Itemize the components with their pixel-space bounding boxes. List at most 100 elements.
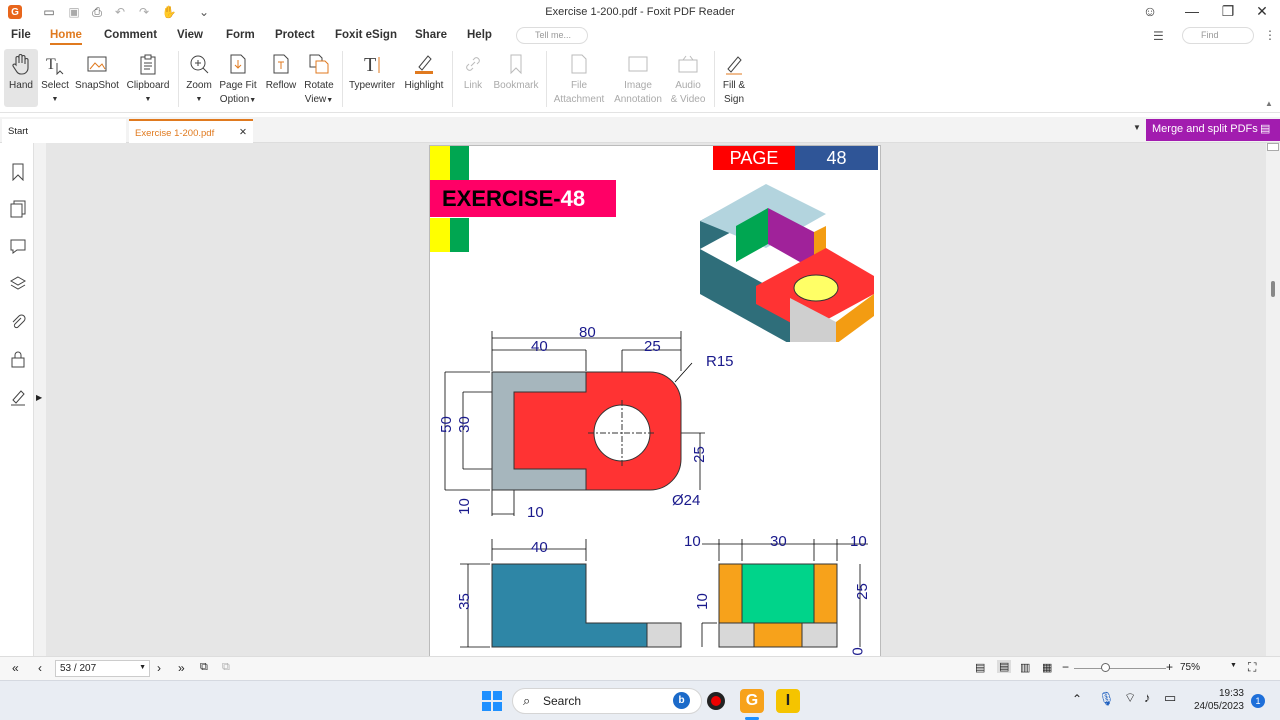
find-placeholder: Find xyxy=(1201,30,1219,40)
continuous-page-icon[interactable]: ▤ xyxy=(997,660,1012,673)
highlight-button[interactable]: Highlight xyxy=(401,49,447,93)
minimize-button[interactable]: — xyxy=(1182,3,1202,19)
ribbon-divider xyxy=(178,51,179,107)
merge-split-pdfs-button[interactable]: Merge and split PDFs ▤ xyxy=(1146,119,1280,141)
select-dropdown-icon[interactable]: ▼ xyxy=(40,93,70,107)
scroll-up-button[interactable] xyxy=(1267,143,1279,151)
zoom-button[interactable]: Zoom ▼ xyxy=(183,49,215,107)
maximize-button[interactable]: ❐ xyxy=(1218,3,1238,20)
attachments-panel-icon[interactable] xyxy=(9,313,27,331)
rotate-view-button[interactable]: Rotate View▼ xyxy=(300,49,338,108)
menu-form[interactable]: Form xyxy=(226,29,255,41)
clock[interactable]: 19:33 24/05/2023 xyxy=(1190,687,1244,713)
document-view[interactable]: EXERCISE-48 PAGE 48 80 40 25 R15 50 30 2… xyxy=(46,143,1266,656)
next-page-icon[interactable]: › xyxy=(157,661,161,675)
menu-share[interactable]: Share xyxy=(415,29,447,41)
layers-panel-icon[interactable] xyxy=(9,275,27,293)
snapshot-button[interactable]: SnapShot xyxy=(74,49,120,93)
menu-help[interactable]: Help xyxy=(467,29,492,41)
zoom-level[interactable]: 75% xyxy=(1180,662,1200,673)
pro-app-icon[interactable]: I xyxy=(776,689,800,713)
fill-sign-button[interactable]: Fill & Sign xyxy=(718,49,750,107)
find-input[interactable]: Find xyxy=(1182,27,1254,44)
rotate-dropdown-icon[interactable]: ▼ xyxy=(326,97,333,104)
page-fit-label: Page Fit xyxy=(219,80,257,91)
vertical-scrollbar[interactable] xyxy=(1266,143,1280,656)
zoom-in-icon[interactable]: + xyxy=(1166,660,1173,674)
fullscreen-icon[interactable]: ⛶ xyxy=(1248,660,1256,675)
side-dim-25: 25 xyxy=(853,583,871,600)
zoom-slider-thumb[interactable] xyxy=(1101,663,1110,672)
zoom-slider[interactable] xyxy=(1074,668,1166,669)
side-view-orange-left xyxy=(718,563,743,624)
typewriter-button[interactable]: T Typewriter xyxy=(346,49,398,93)
continuous-facing-icon[interactable]: ▦ xyxy=(1042,661,1052,674)
menu-protect[interactable]: Protect xyxy=(275,29,315,41)
audio-video-button[interactable]: Audio & Video xyxy=(666,49,710,107)
side-dim-10-left: 10 xyxy=(684,533,701,550)
bing-icon[interactable]: b xyxy=(673,692,690,709)
single-page-icon[interactable]: ▤ xyxy=(975,661,985,674)
menu-home[interactable]: Home xyxy=(50,29,82,45)
zoom-out-icon[interactable]: − xyxy=(1062,660,1069,674)
panel-splitter[interactable]: ▶ xyxy=(34,143,46,656)
select-tool-button[interactable]: T Select ▼ xyxy=(40,49,70,107)
tab-exercise[interactable]: Exercise 1-200.pdf ✕ xyxy=(129,119,253,143)
page-dropdown-icon[interactable]: ▼ xyxy=(139,664,146,671)
pages-panel-icon[interactable] xyxy=(9,200,27,218)
previous-page-icon[interactable]: ‹ xyxy=(38,661,42,675)
bookmark-panel-icon[interactable] xyxy=(9,163,27,181)
menu-comment[interactable]: Comment xyxy=(104,29,157,41)
collapse-ribbon-icon[interactable]: ▲ xyxy=(1265,99,1273,108)
facing-page-icon[interactable]: ▥ xyxy=(1020,661,1030,674)
link-button[interactable]: Link xyxy=(458,49,488,93)
volume-icon[interactable]: ♪ xyxy=(1144,690,1151,705)
menu-file[interactable]: File xyxy=(11,29,31,41)
clipboard-dropdown-icon[interactable]: ▼ xyxy=(124,93,172,107)
menu-foxit-esign[interactable]: Foxit eSign xyxy=(335,29,397,41)
more-icon[interactable]: ⋮ xyxy=(1264,28,1276,42)
search-options-icon[interactable]: ☰ xyxy=(1153,29,1164,43)
tab-start[interactable]: Start xyxy=(2,119,126,143)
tab-list-dropdown-icon[interactable]: ▼ xyxy=(1133,123,1141,132)
signature-panel-icon[interactable] xyxy=(9,388,27,406)
first-page-icon[interactable]: « xyxy=(12,661,19,675)
security-panel-icon[interactable] xyxy=(9,350,27,368)
fill-sign-label-2: Sign xyxy=(723,94,744,105)
notification-badge[interactable]: 1 xyxy=(1251,694,1265,708)
close-button[interactable]: ✕ xyxy=(1252,3,1272,20)
menu-view[interactable]: View xyxy=(177,29,203,41)
record-app-icon[interactable] xyxy=(704,689,728,713)
page-number-input[interactable]: 53 / 207 ▼ xyxy=(55,660,150,677)
microphone-icon[interactable]: 🎙 xyxy=(1098,691,1115,707)
file-attachment-button[interactable]: File Attachment xyxy=(551,49,607,107)
bookmark-button[interactable]: Bookmark xyxy=(492,49,540,93)
comments-panel-icon[interactable] xyxy=(9,237,27,255)
page-fit-label-2: Option xyxy=(219,94,250,105)
zoom-dropdown-icon[interactable]: ▼ xyxy=(183,93,215,107)
tell-me-input[interactable]: Tell me... xyxy=(516,27,588,44)
zoom-icon xyxy=(183,49,215,79)
last-page-icon[interactable]: » xyxy=(178,661,185,675)
account-icon[interactable]: ☺ xyxy=(1140,3,1160,19)
page-fit-option-button[interactable]: Page Fit Option▼ xyxy=(218,49,258,108)
menu-bar: File Home Comment View Form Protect Foxi… xyxy=(0,25,1280,47)
expand-panel-icon[interactable]: ▶ xyxy=(36,393,42,402)
zoom-dropdown-icon[interactable]: ▼ xyxy=(1230,662,1237,669)
hand-tool-button[interactable]: Hand xyxy=(4,49,38,107)
tray-chevron-icon[interactable]: ⌃ xyxy=(1072,692,1082,706)
previous-view-icon[interactable]: ⧉ xyxy=(200,661,208,674)
tab-close-icon[interactable]: ✕ xyxy=(239,127,247,138)
wifi-icon[interactable]: ⌔ xyxy=(1124,690,1136,706)
image-annotation-button[interactable]: Image Annotation xyxy=(610,49,666,107)
dim-40: 40 xyxy=(531,338,548,355)
taskbar-search[interactable]: ⌕ Search b xyxy=(512,688,702,714)
windows-start-icon[interactable] xyxy=(480,689,504,713)
foxit-app-icon[interactable]: G xyxy=(740,689,764,713)
battery-icon[interactable]: ▭ xyxy=(1164,690,1176,706)
page-fit-dropdown-icon[interactable]: ▼ xyxy=(249,97,256,104)
next-view-icon[interactable]: ⧉ xyxy=(222,661,230,674)
clipboard-button[interactable]: Clipboard ▼ xyxy=(124,49,172,107)
reflow-button[interactable]: Reflow xyxy=(263,49,299,93)
scrollbar-thumb[interactable] xyxy=(1271,281,1275,297)
